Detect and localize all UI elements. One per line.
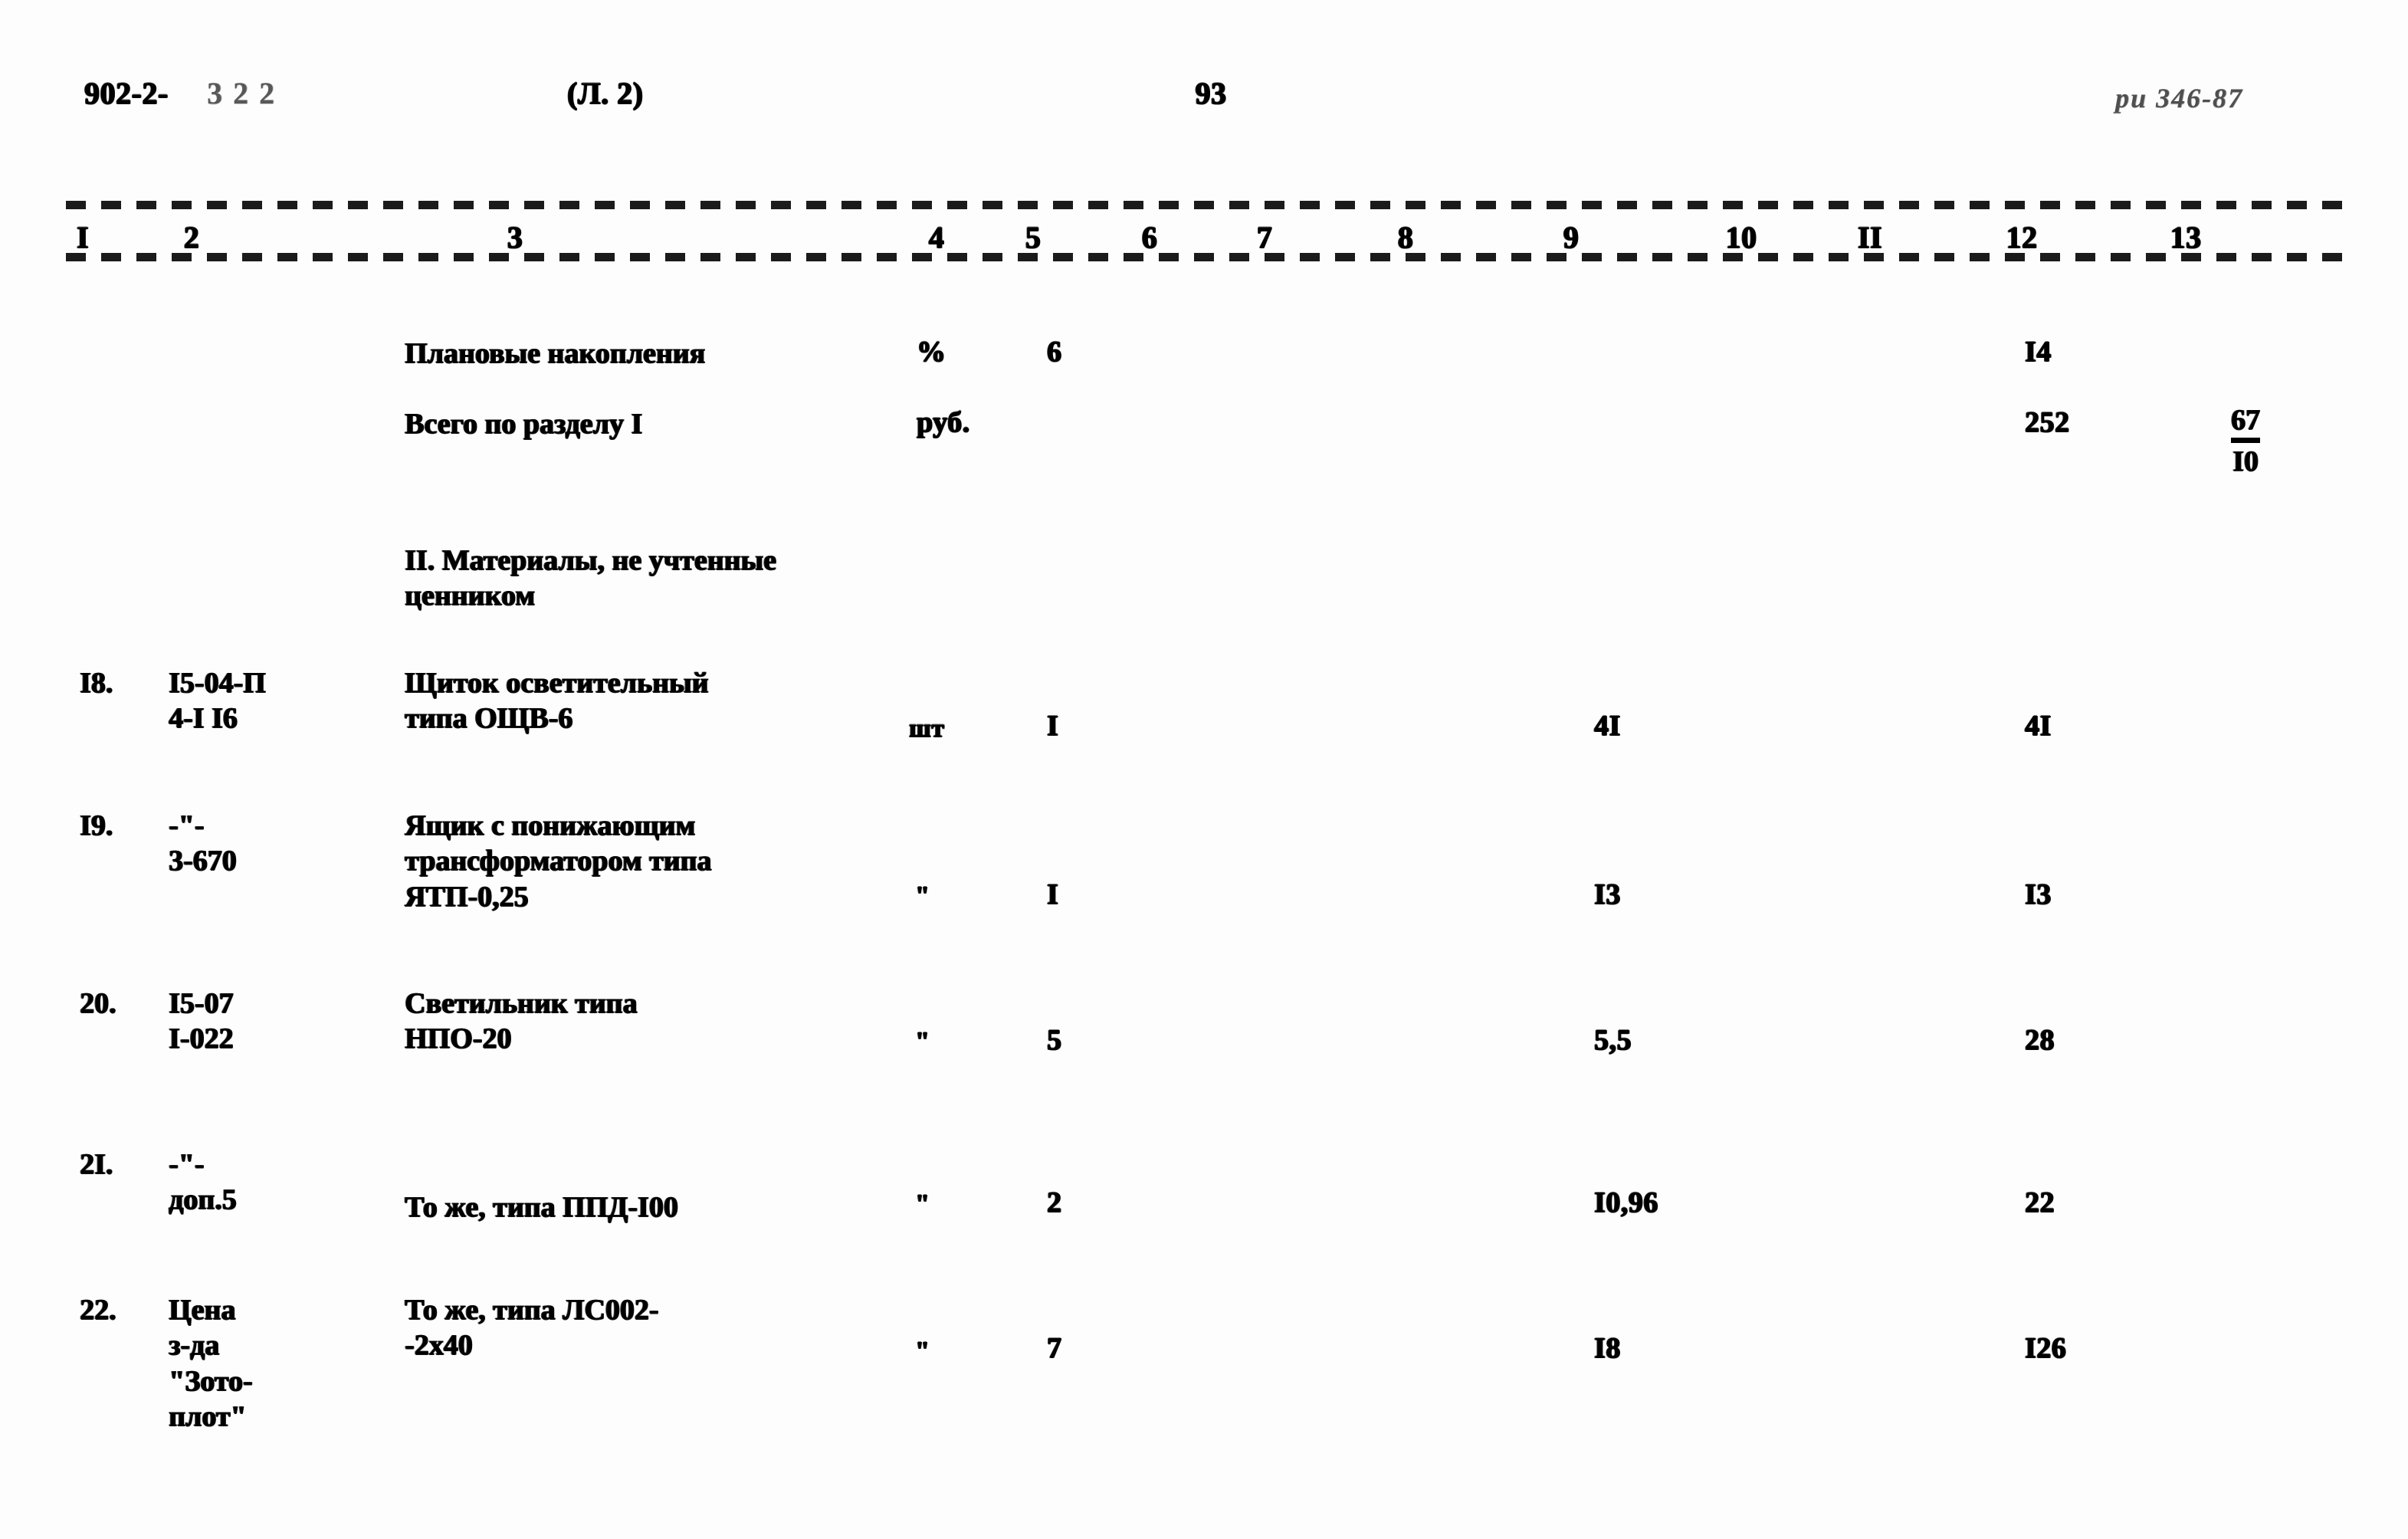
column-number-4: 4 bbox=[928, 220, 945, 254]
row-total: 252 bbox=[2025, 406, 2070, 438]
row-total: 4I bbox=[2025, 710, 2052, 742]
row-unit: " bbox=[915, 881, 930, 910]
row-number: 20. bbox=[80, 987, 116, 1019]
row-quantity: I bbox=[1047, 878, 1059, 911]
row-total: 28 bbox=[2025, 1024, 2055, 1056]
series-code: 902-2- bbox=[84, 76, 169, 110]
archive-stamp: ри 346-87 bbox=[2115, 83, 2244, 113]
column-number-13: 13 bbox=[2170, 220, 2202, 254]
sheet-label: (Л. 2) bbox=[567, 76, 644, 110]
row-description: Ящик с понижающим трансформатором типа Я… bbox=[405, 809, 712, 913]
column-number-5: 5 bbox=[1025, 220, 1042, 254]
row-quantity: 7 bbox=[1047, 1332, 1062, 1364]
row-unit: " bbox=[915, 1027, 930, 1055]
row-number: 2I. bbox=[80, 1148, 113, 1180]
row-description: Щиток осветительный типа ОЩВ-6 bbox=[405, 667, 709, 735]
row-unit: " bbox=[915, 1190, 930, 1218]
fraction-denominator: I0 bbox=[2232, 445, 2259, 478]
scanned-page: 902-2- 322 (Л. 2) 93 ри 346-87 I 2 3 4 5… bbox=[0, 0, 2408, 1539]
row-description: Плановые накопления bbox=[405, 337, 706, 369]
row-unit-price: I0,96 bbox=[1594, 1186, 1658, 1219]
row-number: I8. bbox=[80, 667, 113, 699]
column-number-1: I bbox=[76, 220, 90, 254]
row-quantity: 2 bbox=[1047, 1186, 1062, 1219]
row-unit-price: 4I bbox=[1594, 710, 1621, 742]
row-description: То же, типа ППД-I00 bbox=[405, 1191, 678, 1223]
row-total: 22 bbox=[2025, 1186, 2055, 1219]
column-number-11: II bbox=[1857, 220, 1883, 254]
row-extra-fraction: 67 I0 bbox=[2231, 404, 2260, 478]
row-description: То же, типа ЛС002- -2х40 bbox=[405, 1294, 659, 1362]
series-code-suffix: 322 bbox=[207, 76, 285, 110]
row-number: I9. bbox=[80, 809, 113, 842]
column-number-8: 8 bbox=[1397, 220, 1414, 254]
column-number-6: 6 bbox=[1141, 220, 1158, 254]
row-description: Всего по разделу I bbox=[405, 408, 643, 440]
row-unit-price: 5,5 bbox=[1594, 1024, 1632, 1056]
row-unit: % bbox=[917, 336, 946, 368]
column-number-7: 7 bbox=[1256, 220, 1273, 254]
column-number-10: 10 bbox=[1725, 220, 1757, 254]
row-description: Светильник типа НПО-20 bbox=[405, 987, 638, 1055]
row-quantity: 5 bbox=[1047, 1024, 1062, 1056]
row-unit: шт bbox=[909, 714, 945, 743]
row-number: 22. bbox=[80, 1294, 116, 1326]
row-code: Цена з-да "Зото- плот" bbox=[169, 1294, 253, 1433]
table-header-rule bbox=[66, 253, 2350, 261]
row-unit-price: I3 bbox=[1594, 878, 1621, 911]
row-unit: руб. bbox=[917, 406, 970, 438]
row-code: I5-07 I-022 bbox=[169, 987, 234, 1055]
column-number-3: 3 bbox=[507, 220, 523, 254]
row-unit: " bbox=[915, 1337, 930, 1365]
row-quantity: 6 bbox=[1047, 336, 1062, 368]
fraction-numerator: 67 bbox=[2231, 404, 2260, 444]
row-code: -"- 3-670 bbox=[169, 809, 237, 878]
row-total: I4 bbox=[2025, 336, 2052, 368]
row-quantity: I bbox=[1047, 710, 1059, 742]
column-number-12: 12 bbox=[2006, 220, 2038, 254]
column-number-9: 9 bbox=[1563, 220, 1580, 254]
table-top-rule bbox=[66, 201, 2350, 209]
row-code: I5-04-П 4-I I6 bbox=[169, 667, 266, 735]
row-unit-price: I8 bbox=[1594, 1332, 1621, 1364]
page-number: 93 bbox=[1195, 76, 1227, 110]
row-total: I3 bbox=[2025, 878, 2052, 911]
row-total: I26 bbox=[2025, 1332, 2067, 1364]
section-heading: II. Материалы, не учтенные ценником bbox=[405, 544, 776, 612]
column-number-2: 2 bbox=[183, 220, 200, 254]
row-code: -"- доп.5 bbox=[169, 1148, 237, 1216]
